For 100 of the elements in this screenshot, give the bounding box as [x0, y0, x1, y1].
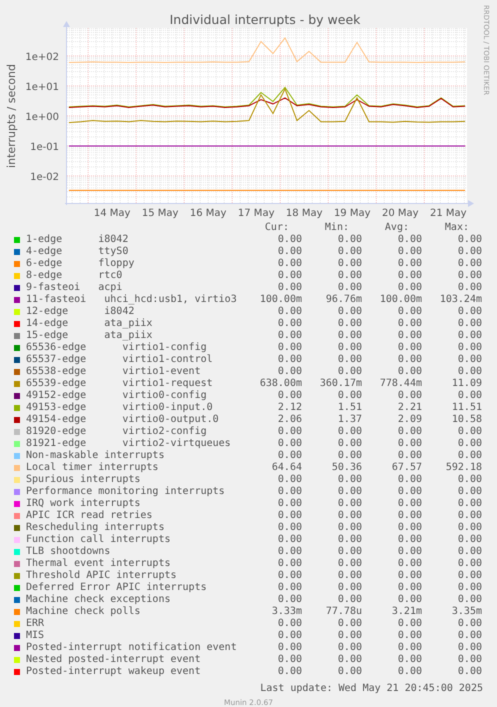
legend-value: 0.00: [456, 258, 482, 270]
legend-value: 0.00: [456, 558, 482, 570]
legend-value: 0.00: [336, 330, 362, 342]
legend-value: 0.00: [276, 522, 302, 534]
legend-value: 0.00: [276, 618, 302, 630]
legend-value: 0.00: [456, 522, 482, 534]
legend-value: 0.00: [456, 654, 482, 666]
legend-value: 2.12: [276, 402, 302, 414]
legend-label: Posted-interrupt notification event: [26, 642, 238, 654]
column-header: Max:: [444, 222, 470, 234]
legend-value: 2.09: [396, 414, 422, 426]
legend-value: 0.00: [456, 366, 482, 378]
legend-value: 0.00: [276, 234, 302, 246]
legend-value: 0.00: [396, 546, 422, 558]
legend-label: Machine check polls: [26, 606, 142, 618]
legend-value: 0.00: [396, 618, 422, 630]
legend-label: Deferred Error APIC interrupts: [26, 582, 208, 594]
legend-value: 0.00: [456, 270, 482, 282]
x-tick-label: 15 May: [142, 208, 178, 219]
legend-label: 81920-edge virtio2-config: [26, 426, 208, 438]
legend-value: 0.00: [276, 438, 302, 450]
legend-value: 103.24m: [438, 294, 482, 306]
legend-value: 0.00: [396, 654, 422, 666]
legend-value: 0.00: [276, 474, 302, 486]
legend-value: 0.00: [336, 426, 362, 438]
legend-value: 0.00: [456, 582, 482, 594]
legend-label: Thermal event interrupts: [26, 558, 172, 570]
legend-value: 0.00: [396, 582, 422, 594]
legend-value: 0.00: [336, 558, 362, 570]
legend-value: 0.00: [456, 570, 482, 582]
x-tick-label: 17 May: [238, 208, 274, 219]
legend-value: 0.00: [396, 594, 422, 606]
legend-value: 0.00: [336, 306, 362, 318]
legend-value: 0.00: [276, 546, 302, 558]
legend-label: 15-edge ata_piix: [26, 330, 154, 342]
legend-value: 0.00: [456, 354, 482, 366]
legend-value: 0.00: [396, 486, 422, 498]
x-tick-label: 18 May: [286, 208, 322, 219]
legend-value: 0.00: [276, 258, 302, 270]
legend-value: 0.00: [276, 246, 302, 258]
legend-value: 0.00: [396, 630, 422, 642]
legend-value: 77.78u: [324, 606, 362, 618]
legend-label: 6-edge floppy: [26, 258, 136, 270]
x-tick-label: 16 May: [190, 208, 226, 219]
legend-value: 0.00: [456, 642, 482, 654]
legend-value: 0.00: [456, 342, 482, 354]
legend-value: 0.00: [456, 306, 482, 318]
legend-value: 0.00: [276, 306, 302, 318]
legend-value: 0.00: [456, 618, 482, 630]
legend-value: 0.00: [276, 318, 302, 330]
legend-value: 0.00: [336, 582, 362, 594]
legend-value: 0.00: [396, 306, 422, 318]
legend-value: 0.00: [336, 570, 362, 582]
legend-value: 0.00: [396, 258, 422, 270]
legend-label: 65537-edge virtio1-control: [26, 354, 214, 366]
legend-value: 0.00: [336, 630, 362, 642]
legend-value: 0.00: [276, 486, 302, 498]
legend-value: 0.00: [276, 282, 302, 294]
legend-value: 0.00: [276, 342, 302, 354]
legend-value: 0.00: [336, 654, 362, 666]
legend-value: 592.18: [444, 462, 482, 474]
legend-value: 0.00: [396, 318, 422, 330]
legend-value: 0.00: [336, 342, 362, 354]
legend-value: 0.00: [336, 270, 362, 282]
legend-label: Machine check exceptions: [26, 594, 172, 606]
legend-label: Local timer interrupts: [26, 462, 160, 474]
legend-value: 0.00: [396, 666, 422, 678]
legend-value: 0.00: [396, 438, 422, 450]
legend-value: 0.00: [336, 534, 362, 546]
legend-value: 0.00: [456, 318, 482, 330]
legend-label: TLB shootdowns: [26, 546, 112, 558]
legend-value: 0.00: [396, 558, 422, 570]
legend-value: 3.21m: [390, 606, 422, 618]
legend-label: 4-edge ttyS0: [26, 246, 130, 258]
legend-value: 0.00: [456, 498, 482, 510]
legend-value: 0.00: [276, 582, 302, 594]
legend-value: 50.36: [330, 462, 362, 474]
legend-value: 0.00: [276, 426, 302, 438]
legend-value: 0.00: [396, 270, 422, 282]
legend-value: 0.00: [456, 546, 482, 558]
legend-value: 0.00: [276, 510, 302, 522]
legend-value: 1.37: [336, 414, 362, 426]
legend-label: 65536-edge virtio1-config: [26, 342, 208, 354]
legend-value: 0.00: [456, 330, 482, 342]
legend-value: 1.51: [336, 402, 362, 414]
legend-label: 1-edge i8042: [26, 234, 130, 246]
legend-value: 0.00: [456, 534, 482, 546]
last-update-text: Last update: Wed May 21 20:45:00 2025: [259, 683, 483, 695]
legend-value: 0.00: [396, 426, 422, 438]
legend-value: 0.00: [396, 450, 422, 462]
legend-value: 0.00: [276, 570, 302, 582]
legend-value: 0.00: [276, 594, 302, 606]
legend-value: 0.00: [396, 642, 422, 654]
legend-label: Spurious interrupts: [26, 474, 142, 486]
legend-value: 0.00: [396, 570, 422, 582]
y-tick-label: 1e-01: [30, 142, 59, 153]
legend-value: 0.00: [456, 666, 482, 678]
legend-label: IRQ work interrupts: [26, 498, 142, 510]
legend-value: 0.00: [396, 498, 422, 510]
legend-value: 0.00: [336, 234, 362, 246]
